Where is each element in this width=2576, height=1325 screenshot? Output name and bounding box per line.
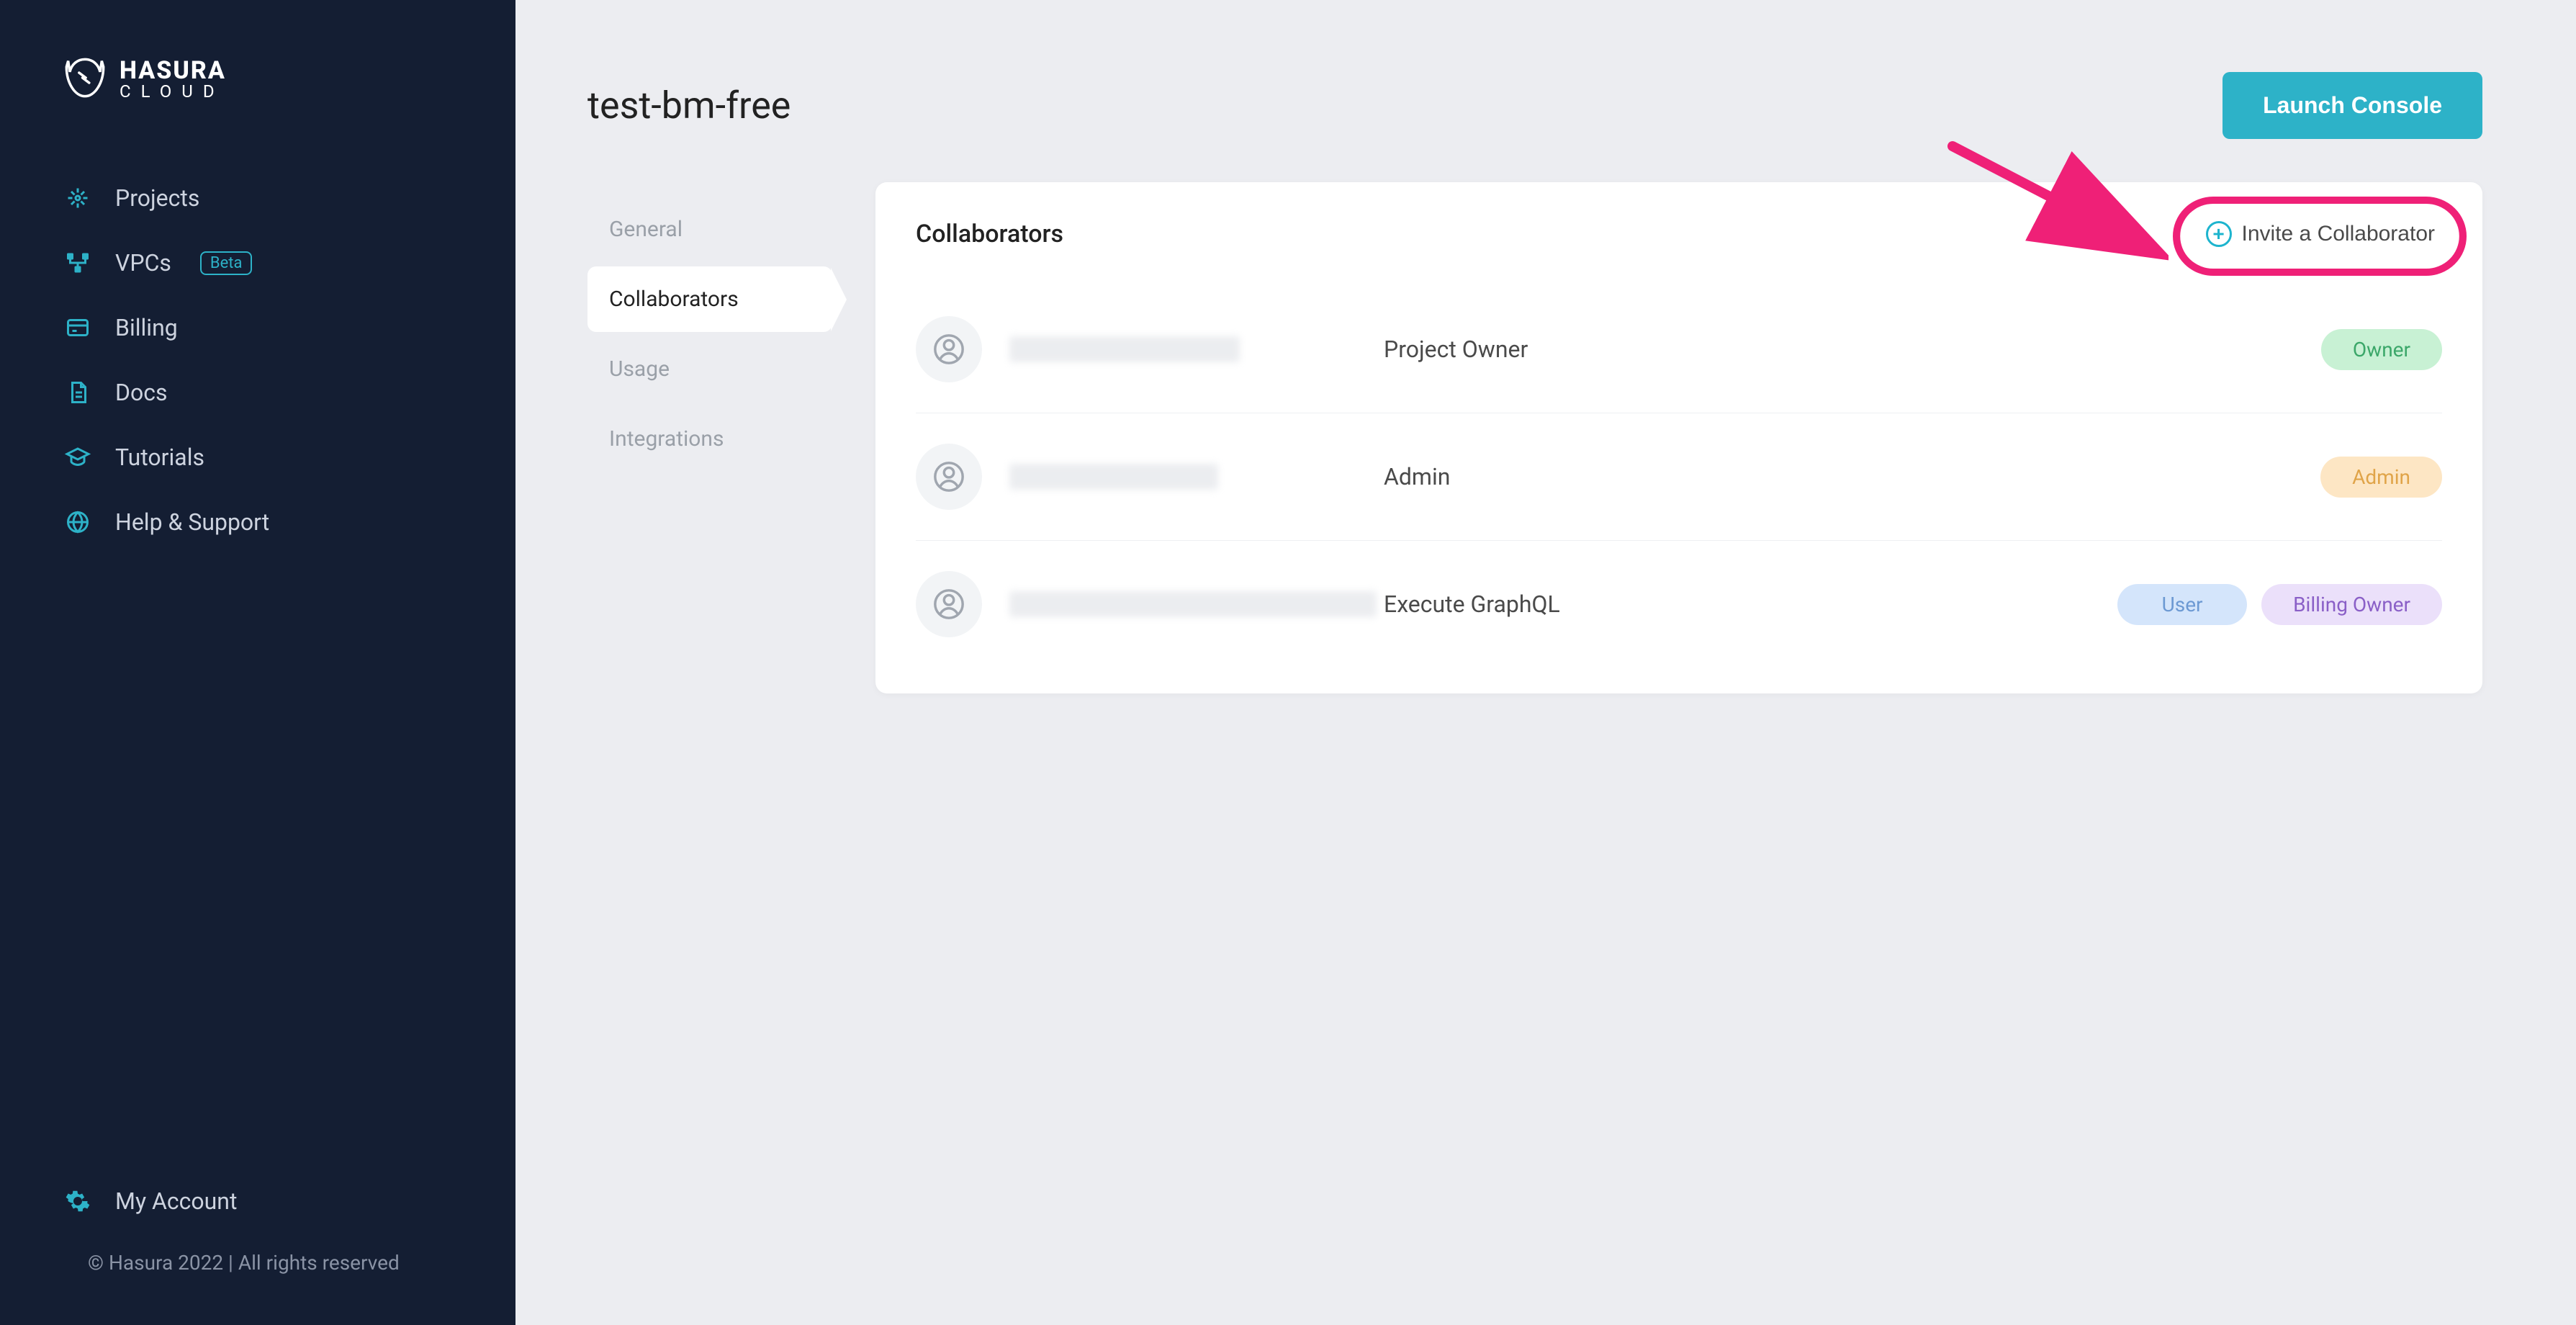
- main-content: test-bm-free Launch Console General Coll…: [515, 0, 2576, 1325]
- nav-billing[interactable]: Billing: [0, 295, 515, 360]
- launch-console-button[interactable]: Launch Console: [2223, 72, 2482, 139]
- nav-label: Help & Support: [115, 508, 269, 536]
- nav-label: Billing: [115, 314, 178, 341]
- role-pills: User Billing Owner: [2117, 584, 2442, 625]
- projects-icon: [65, 185, 91, 211]
- avatar-icon: [916, 316, 982, 382]
- collaborator-row: Execute GraphQL User Billing Owner: [916, 541, 2442, 668]
- nav-label: Projects: [115, 184, 199, 212]
- role-pills: Admin: [2320, 457, 2442, 498]
- nav-docs[interactable]: Docs: [0, 360, 515, 425]
- collaborator-role: Execute GraphQL: [1384, 590, 2103, 618]
- owner-pill: Owner: [2321, 329, 2442, 370]
- card-icon: [65, 315, 91, 341]
- sidebar: HASURA CLOUD Projects VPCs Beta Billing …: [0, 0, 515, 1325]
- admin-pill: Admin: [2320, 457, 2442, 498]
- subnav-collaborators[interactable]: Collaborators: [587, 266, 832, 332]
- nav-label: Docs: [115, 379, 168, 406]
- collaborator-email-redacted: [1009, 464, 1218, 490]
- nav-label: Tutorials: [115, 444, 204, 471]
- collaborator-email-redacted: [1009, 336, 1240, 362]
- panel-title: Collaborators: [916, 220, 1063, 248]
- brand-name: HASURA: [120, 58, 226, 83]
- panel-header: Collaborators + Invite a Collaborator: [916, 218, 2442, 250]
- billing-owner-pill: Billing Owner: [2261, 584, 2442, 625]
- nav-tutorials[interactable]: Tutorials: [0, 425, 515, 490]
- doc-icon: [65, 379, 91, 405]
- annotation-arrow: [1938, 125, 2169, 269]
- avatar-icon: [916, 571, 982, 637]
- nav-projects[interactable]: Projects: [0, 166, 515, 230]
- page-header: test-bm-free Launch Console: [587, 72, 2482, 139]
- brand-sub: CLOUD: [120, 83, 226, 100]
- nav-help[interactable]: Help & Support: [0, 490, 515, 554]
- brand-logo[interactable]: HASURA CLOUD: [0, 0, 515, 144]
- user-pill: User: [2117, 584, 2247, 625]
- globe-icon: [65, 509, 91, 535]
- collaborators-list: Project Owner Owner Admin Admin: [916, 286, 2442, 668]
- invite-label: Invite a Collaborator: [2242, 222, 2435, 246]
- primary-nav: Projects VPCs Beta Billing Docs Tutorial…: [0, 144, 515, 1169]
- subnav-integrations[interactable]: Integrations: [587, 406, 832, 472]
- role-pills: Owner: [2321, 329, 2442, 370]
- nav-vpcs[interactable]: VPCs Beta: [0, 230, 515, 295]
- hasura-logo-icon: [65, 58, 105, 101]
- network-icon: [65, 250, 91, 276]
- beta-badge: Beta: [200, 251, 253, 275]
- collaborators-panel: Collaborators + Invite a Collaborator: [875, 182, 2482, 693]
- collaborator-role: Project Owner: [1384, 336, 2307, 363]
- graduation-icon: [65, 444, 91, 470]
- copyright-text: © Hasura 2022 | All rights reserved: [65, 1234, 451, 1303]
- page-title: test-bm-free: [587, 84, 791, 127]
- collaborator-email-redacted: [1009, 591, 1377, 617]
- my-account-link[interactable]: My Account: [65, 1169, 451, 1234]
- collaborator-row: Admin Admin: [916, 413, 2442, 541]
- gear-icon: [65, 1188, 91, 1214]
- plus-circle-icon: +: [2206, 221, 2232, 247]
- subnav-general[interactable]: General: [587, 197, 832, 262]
- account-label: My Account: [115, 1187, 237, 1215]
- nav-label: VPCs: [115, 249, 171, 277]
- project-settings-nav: General Collaborators Usage Integrations: [587, 182, 832, 693]
- collaborator-role: Admin: [1384, 463, 2306, 490]
- collaborator-row: Project Owner Owner: [916, 286, 2442, 413]
- avatar-icon: [916, 444, 982, 510]
- subnav-usage[interactable]: Usage: [587, 336, 832, 402]
- invite-collaborator-button[interactable]: + Invite a Collaborator: [2199, 218, 2442, 250]
